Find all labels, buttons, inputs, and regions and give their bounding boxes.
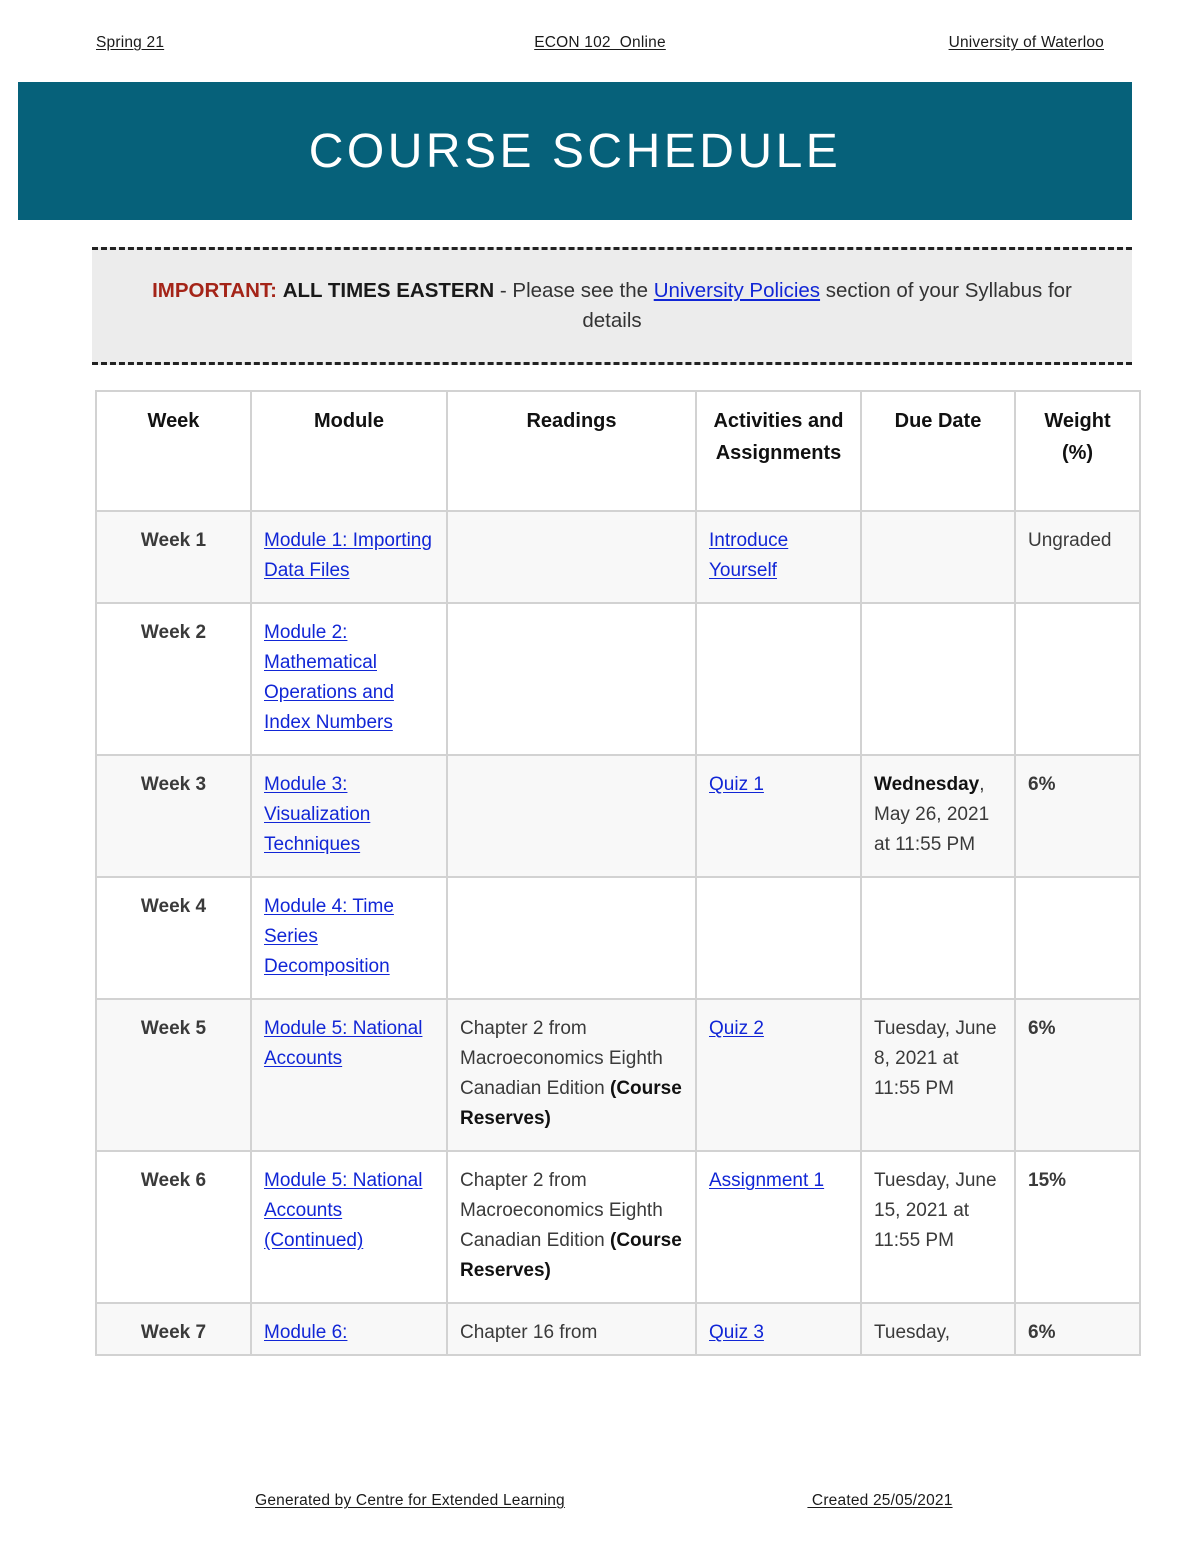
important-label: IMPORTANT: [152, 279, 277, 303]
weight-cell: 6% [1014, 754, 1141, 879]
header-institution: University of Waterloo [948, 34, 1104, 51]
table-header: Week Module Readings Activities and Assi… [95, 390, 1141, 512]
due-date-cell: Wednesday, May 26, 2021 at 11:55 PM [860, 754, 1016, 879]
due-date-day: Wednesday [874, 774, 980, 796]
activity-cell: Quiz 1 [695, 754, 862, 879]
weight-cell: 6% [1014, 998, 1141, 1153]
column-header-readings: Readings [446, 390, 697, 512]
activity-link[interactable]: Quiz 2 [709, 1018, 764, 1039]
activity-cell: Quiz 2 [695, 998, 862, 1153]
page-title: COURSE SCHEDULE [308, 124, 842, 178]
activity-link[interactable]: Introduce Yourself [709, 530, 788, 581]
important-notice-text: IMPORTANT: ALL TIMES EASTERN - Please se… [122, 276, 1102, 335]
readings-text: Chapter 16 from [460, 1322, 598, 1344]
module-link[interactable]: Module 5: National Accounts [264, 1018, 422, 1069]
running-header: Spring 21 ECON 102 Online University of … [96, 34, 1104, 58]
week-label: Week 3 [95, 754, 252, 879]
activity-cell [695, 602, 862, 757]
activity-cell [695, 876, 862, 1001]
week-label: Week 4 [95, 876, 252, 1001]
column-header-weight: Weight (%) [1014, 390, 1141, 512]
course-schedule-banner: COURSE SCHEDULE [18, 82, 1132, 220]
university-policies-link[interactable]: University Policies [654, 279, 820, 302]
module-cell: Module 1: Importing Data Files [250, 509, 448, 605]
running-footer: Generated by Centre for Extended Learnin… [96, 1492, 1104, 1518]
module-cell: Module 6: [250, 1302, 448, 1357]
weight-cell: 15% [1014, 1150, 1141, 1305]
column-header-week: Week [95, 390, 252, 512]
readings-cell [446, 876, 697, 1001]
table-row: Week 7 Module 6: Chapter 16 from Quiz 3 … [95, 1302, 1141, 1357]
week-label: Week 6 [95, 1150, 252, 1305]
week-label: Week 1 [95, 509, 252, 605]
table-row: Week 2 Module 2: Mathematical Operations… [95, 602, 1141, 757]
course-schedule-table-wrapper: Week Module Readings Activities and Assi… [95, 390, 1141, 1357]
activity-cell: Quiz 3 [695, 1302, 862, 1357]
notice-middle-text: - Please see the [494, 279, 654, 303]
column-header-due-date: Due Date [860, 390, 1016, 512]
important-notice-box: IMPORTANT: ALL TIMES EASTERN - Please se… [92, 247, 1132, 365]
table-body: Week 1 Module 1: Importing Data Files In… [95, 509, 1141, 1357]
module-cell: Module 4: Time Series Decomposition [250, 876, 448, 1001]
week-label: Week 2 [95, 602, 252, 757]
weight-cell [1014, 876, 1141, 1001]
table-header-row: Week Module Readings Activities and Assi… [95, 390, 1141, 512]
readings-cell [446, 754, 697, 879]
activity-link[interactable]: Quiz 1 [709, 774, 764, 795]
footer-generated-by: Generated by Centre for Extended Learnin… [255, 1492, 565, 1509]
weight-cell: 6% [1014, 1302, 1141, 1357]
week-label: Week 7 [95, 1302, 252, 1357]
module-cell: Module 5: National Accounts (Continued) [250, 1150, 448, 1305]
module-link[interactable]: Module 2: Mathematical Operations and In… [264, 622, 394, 733]
readings-cell [446, 509, 697, 605]
readings-cell: Chapter 2 from Macroeconomics Eighth Can… [446, 998, 697, 1153]
column-header-activities: Activities and Assignments [695, 390, 862, 512]
due-date-cell: Tuesday, [860, 1302, 1016, 1357]
module-cell: Module 2: Mathematical Operations and In… [250, 602, 448, 757]
header-term: Spring 21 [96, 34, 165, 51]
due-date-cell [860, 876, 1016, 1001]
module-link[interactable]: Module 4: Time Series Decomposition [264, 896, 394, 977]
module-link[interactable]: Module 3: Visualization Techniques [264, 774, 370, 855]
module-cell: Module 3: Visualization Techniques [250, 754, 448, 879]
module-link[interactable]: Module 5: National Accounts (Continued) [264, 1170, 422, 1251]
header-course-code: ECON 102 Online [534, 34, 666, 51]
due-date-rest: Tuesday, [874, 1322, 951, 1344]
module-link[interactable]: Module 6: [264, 1322, 347, 1343]
due-date-cell [860, 509, 1016, 605]
weight-cell: Ungraded [1014, 509, 1141, 605]
due-date-cell: Tuesday, June 8, 2021 at 11:55 PM [860, 998, 1016, 1153]
course-schedule-table: Week Module Readings Activities and Assi… [95, 390, 1141, 1357]
activity-cell: Introduce Yourself [695, 509, 862, 605]
week-label: Week 5 [95, 998, 252, 1153]
table-row: Week 4 Module 4: Time Series Decompositi… [95, 876, 1141, 1001]
readings-cell: Chapter 16 from [446, 1302, 697, 1357]
due-date-rest: Tuesday, June 15, 2021 at 11:55 PM [874, 1170, 997, 1252]
module-cell: Module 5: National Accounts [250, 998, 448, 1153]
due-date-cell: Tuesday, June 15, 2021 at 11:55 PM [860, 1150, 1016, 1305]
table-row: Week 6 Module 5: National Accounts (Cont… [95, 1150, 1141, 1305]
column-header-module: Module [250, 390, 448, 512]
activity-cell: Assignment 1 [695, 1150, 862, 1305]
table-row: Week 5 Module 5: National Accounts Chapt… [95, 998, 1141, 1153]
readings-cell [446, 602, 697, 757]
readings-cell: Chapter 2 from Macroeconomics Eighth Can… [446, 1150, 697, 1305]
activity-link[interactable]: Assignment 1 [709, 1170, 824, 1191]
footer-created-date: Created 25/05/2021 [807, 1492, 953, 1509]
due-date-rest: Tuesday, June 8, 2021 at 11:55 PM [874, 1018, 997, 1100]
due-date-cell [860, 602, 1016, 757]
all-times-eastern-emphasis: ALL TIMES EASTERN [282, 279, 495, 303]
weight-cell [1014, 602, 1141, 757]
table-row: Week 1 Module 1: Importing Data Files In… [95, 509, 1141, 605]
module-link[interactable]: Module 1: Importing Data Files [264, 530, 432, 581]
table-row: Week 3 Module 3: Visualization Technique… [95, 754, 1141, 879]
activity-link[interactable]: Quiz 3 [709, 1322, 764, 1343]
